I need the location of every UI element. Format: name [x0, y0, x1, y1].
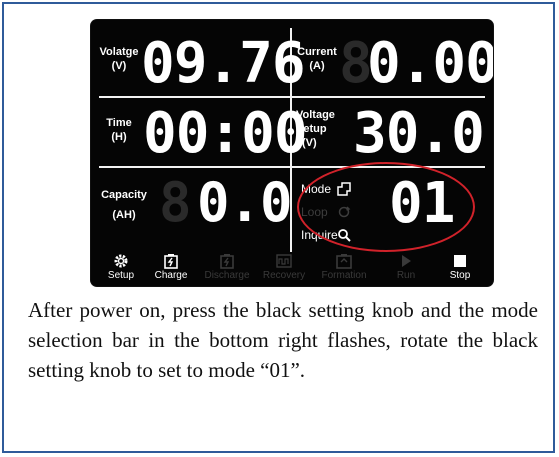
- divider-row-1: [99, 96, 485, 98]
- setup-button[interactable]: Setup: [96, 252, 146, 286]
- battery-formation-icon: [336, 254, 352, 269]
- discharge-button[interactable]: Discharge: [199, 252, 255, 286]
- lcd-display: Volatge (V) 09.76 Current (A) 8 0.00 Tim…: [91, 20, 493, 286]
- caption-text: After power on, press the black setting …: [28, 298, 538, 382]
- battery-charge-icon: [164, 254, 178, 269]
- current-label: Current (A): [297, 46, 337, 72]
- recovery-button[interactable]: Recovery: [255, 252, 313, 286]
- play-icon: [402, 255, 411, 267]
- waveform-icon: [276, 254, 292, 268]
- voltage-label: Volatge (V): [99, 46, 139, 72]
- mode-highlight-ellipse: [297, 162, 475, 252]
- capacity-readout: 0.0: [197, 171, 293, 234]
- capacity-label: Capacity (AH): [101, 189, 147, 221]
- time-label: Time (H): [106, 117, 132, 143]
- formation-button[interactable]: Formation: [313, 252, 375, 286]
- battery-discharge-icon: [220, 254, 234, 269]
- function-bar: Setup Charge Discharge Recovery Formatio…: [91, 252, 493, 286]
- stop-icon: [454, 255, 466, 267]
- time-readout: 00:00: [143, 101, 308, 166]
- current-readout: 0.00: [367, 31, 493, 96]
- stop-button[interactable]: Stop: [435, 252, 485, 286]
- gear-icon: [114, 254, 128, 268]
- figure-frame: Volatge (V) 09.76 Current (A) 8 0.00 Tim…: [2, 2, 555, 453]
- capacity-ghost-digit: 8: [159, 171, 192, 234]
- run-button[interactable]: Run: [381, 252, 431, 286]
- charge-button[interactable]: Charge: [146, 252, 196, 286]
- voltage-setup-label: Voltage Setup (V): [296, 109, 335, 149]
- voltage-setup-readout: 30.0: [353, 101, 485, 166]
- voltage-readout: 09.76: [141, 31, 306, 96]
